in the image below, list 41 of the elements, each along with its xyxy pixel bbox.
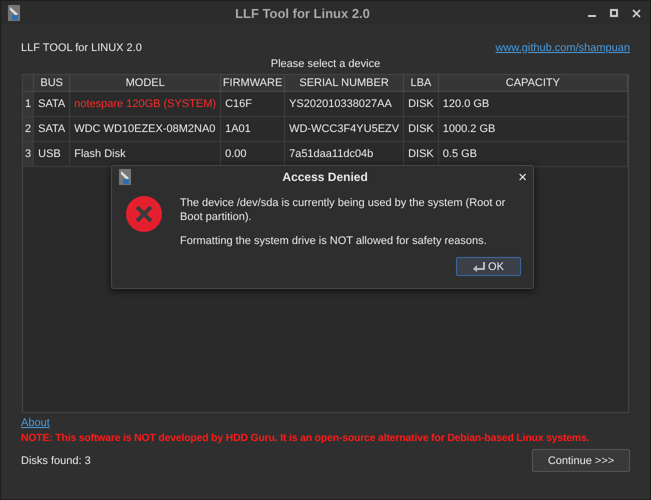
window-title: LLF Tool for Linux 2.0 xyxy=(234,6,371,20)
disclaimer-note: NOTE: This software is NOT developed by HDD Guru. It is an open-source alternative for Debian-based Linux systems. xyxy=(21,433,590,444)
table-cell: YS202010338027AA xyxy=(284,92,404,116)
table-cell: notespare 120GB (SYSTEM) xyxy=(70,92,221,116)
column-header[interactable]: CAPACITY xyxy=(438,75,628,92)
row-number: 1 xyxy=(23,92,34,116)
disks-found-status: Disks found: 3 xyxy=(21,454,91,466)
error-detail: Formatting the system drive is NOT allowed for safety reasons. xyxy=(180,234,488,248)
table-cell: WDC WD10EZEX-08M2NA0 xyxy=(70,116,221,142)
table-cell: SATA xyxy=(34,116,70,142)
close-button[interactable]: × xyxy=(518,170,527,184)
error-message: The device /dev/sda is currently being used by the system (Root or Boot partition). xyxy=(180,196,506,224)
ok-button[interactable]: OK xyxy=(456,257,521,276)
row-number: 2 xyxy=(23,116,34,142)
table-cell: DISK xyxy=(404,92,438,116)
table-cell: DISK xyxy=(404,116,438,142)
app-icon xyxy=(7,4,21,22)
about-link[interactable]: About xyxy=(21,417,50,429)
table-cell: 1A01 xyxy=(220,116,285,142)
app-name: LLF TOOL for LINUX 2.0 xyxy=(21,42,142,54)
select-prompt: Please select a device xyxy=(270,57,382,72)
maximize-icon xyxy=(610,9,618,17)
column-header[interactable]: MODEL xyxy=(70,75,221,92)
column-header[interactable]: LBA xyxy=(404,75,438,92)
github-link[interactable]: www.github.com/shampuan xyxy=(495,42,630,54)
return-icon xyxy=(473,262,486,272)
app-icon xyxy=(118,168,132,186)
column-header[interactable]: SERIAL NUMBER xyxy=(284,75,404,92)
table-cell: 1000.2 GB xyxy=(438,116,628,142)
table-cell: C16F xyxy=(220,92,285,116)
column-header[interactable]: BUS xyxy=(34,75,70,92)
column-header[interactable]: FIRMWARE xyxy=(220,75,285,92)
table-cell: USB xyxy=(34,142,70,166)
error-icon xyxy=(126,196,162,232)
close-icon xyxy=(632,8,640,18)
table-cell: SATA xyxy=(34,92,70,116)
table-cell: 120.0 GB xyxy=(438,92,628,116)
continue-button[interactable]: Continue >>> xyxy=(532,449,630,472)
row-number: 3 xyxy=(23,142,34,166)
dialog-title: Access Denied xyxy=(281,170,369,184)
table-cell: WD-WCC3F4YU5EZV xyxy=(284,116,404,142)
